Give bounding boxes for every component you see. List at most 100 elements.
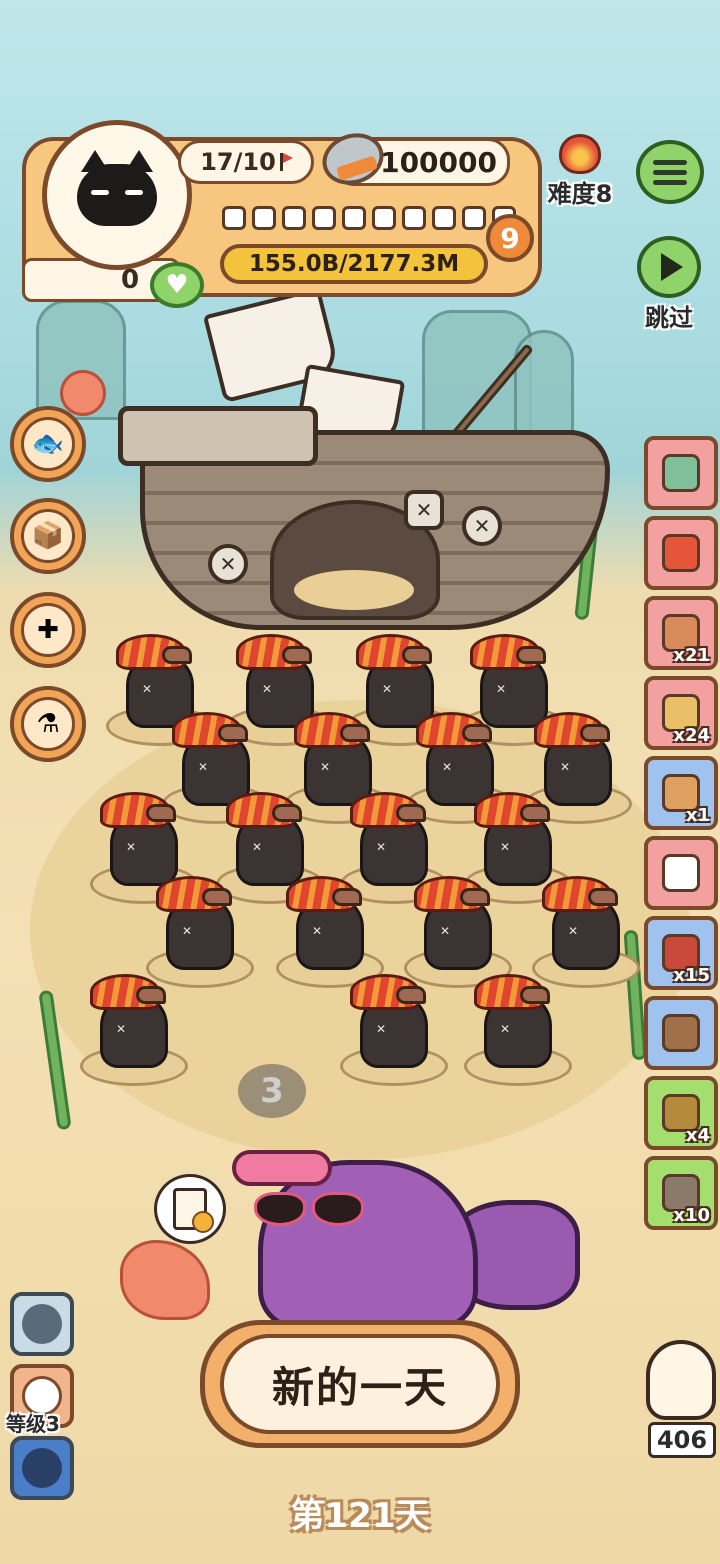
bird-mark: ✕ xyxy=(142,682,153,696)
sunglasses-icon xyxy=(254,1192,364,1226)
bird-mark: ✕ xyxy=(262,682,273,696)
bird-mark: ✕ xyxy=(182,924,193,938)
hornbill-bird[interactable]: ✕ xyxy=(146,870,254,988)
hornbill-bird[interactable]: ✕ xyxy=(404,870,512,988)
feather-icon xyxy=(662,534,700,572)
cat-eye xyxy=(91,190,109,195)
bird-silhouette-button[interactable] xyxy=(10,1436,74,1500)
potion-button[interactable]: ⚗ xyxy=(10,686,86,762)
empty-slot xyxy=(222,206,246,230)
bird-mark: ✕ xyxy=(126,840,137,854)
bird-beak xyxy=(162,646,192,664)
difficulty-label: 难度8 xyxy=(547,180,613,208)
item-count: x21 xyxy=(673,645,710,666)
chick-count-badge[interactable]: 3 xyxy=(238,1064,306,1118)
menu-line xyxy=(653,169,687,175)
bird-mark: ✕ xyxy=(382,682,393,696)
item-count: x1 xyxy=(685,805,710,826)
bird-mark: ✕ xyxy=(440,924,451,938)
item-slot[interactable]: x24 xyxy=(644,676,718,750)
bird-silhouette-icon xyxy=(22,1448,62,1488)
fish-mascot-button[interactable]: 🐟 xyxy=(10,406,86,482)
heart-add-button[interactable]: ♥ xyxy=(150,262,204,308)
empty-slot xyxy=(312,206,336,230)
black-cat-icon xyxy=(77,150,157,226)
hornbill-bird[interactable]: ✕ xyxy=(532,870,640,988)
play-icon xyxy=(637,236,701,298)
bird-mark: ✕ xyxy=(500,840,511,854)
seal-counter[interactable]: 406 xyxy=(644,1340,720,1460)
player-avatar[interactable] xyxy=(42,120,192,270)
bird-mark: ✕ xyxy=(252,840,263,854)
bird-mark: ✕ xyxy=(560,760,571,774)
hornbill-bird[interactable]: ✕ xyxy=(340,968,448,1086)
day-counter: 第121天 xyxy=(290,1496,430,1536)
seal-icon xyxy=(646,1340,716,1420)
cardboard-box-button[interactable]: 📦 xyxy=(10,498,86,574)
fish-mascot-icon: 🐟 xyxy=(21,417,75,471)
bird-beak xyxy=(516,646,546,664)
bird-mark: ✕ xyxy=(376,840,387,854)
bird-beak xyxy=(136,986,166,1004)
slot-row xyxy=(222,206,516,230)
certificate-bubble[interactable] xyxy=(154,1174,226,1244)
silhouette-icon xyxy=(22,1304,62,1344)
empty-slot xyxy=(252,206,276,230)
item-slot[interactable]: x15 xyxy=(644,916,718,990)
bird-mark: ✕ xyxy=(198,760,209,774)
capacity-bar: 155.0B/2177.3M xyxy=(220,244,488,284)
item-slot[interactable] xyxy=(644,436,718,510)
bird-beak xyxy=(202,888,232,906)
bird-beak xyxy=(272,804,302,822)
item-slot[interactable] xyxy=(644,996,718,1070)
bird-mark: ✕ xyxy=(312,924,323,938)
item-slot[interactable]: x10 xyxy=(644,1156,718,1230)
bird-beak xyxy=(332,888,362,906)
item-count: x24 xyxy=(673,725,710,746)
empty-slot xyxy=(342,206,366,230)
new-day-button[interactable]: 新的一天 xyxy=(200,1320,520,1448)
bird-mark: ✕ xyxy=(496,682,507,696)
first-aid-button[interactable]: ✚ xyxy=(10,592,86,668)
level-badge: 9 xyxy=(486,214,534,262)
bird-beak xyxy=(520,986,550,1004)
porthole xyxy=(208,544,248,584)
empty-slot xyxy=(402,206,426,230)
bird-beak xyxy=(462,724,492,742)
hornbill-bird[interactable]: ✕ xyxy=(80,968,188,1086)
progress-count: 17/10 xyxy=(200,148,276,176)
item-slot[interactable] xyxy=(644,836,718,910)
item-slot[interactable] xyxy=(644,516,718,590)
hornbill-bird[interactable]: ✕ xyxy=(276,870,384,988)
empty-slot xyxy=(462,206,486,230)
silhouette-button[interactable] xyxy=(10,1292,74,1356)
skip-label: 跳过 xyxy=(645,304,693,332)
anchor-icon xyxy=(404,490,444,530)
menu-line xyxy=(653,179,687,185)
difficulty-indicator[interactable]: 难度8 xyxy=(540,134,620,209)
new-day-label: 新的一天 xyxy=(220,1334,500,1434)
seal-count: 406 xyxy=(648,1422,716,1458)
bird-beak xyxy=(396,986,426,1004)
progress-count-pill[interactable]: 17/10 xyxy=(178,140,314,184)
bird-mark: ✕ xyxy=(116,1022,127,1036)
player-level-label: 等级3 xyxy=(6,1412,60,1436)
bird-beak xyxy=(396,804,426,822)
bird-beak xyxy=(146,804,176,822)
flag-icon xyxy=(279,153,293,171)
flame-icon xyxy=(559,134,601,174)
pink-bow xyxy=(232,1150,332,1186)
item-slot[interactable]: x4 xyxy=(644,1076,718,1150)
bird-mark: ✕ xyxy=(442,760,453,774)
bird-beak xyxy=(282,646,312,664)
bird-beak xyxy=(402,646,432,664)
empty-slot xyxy=(432,206,456,230)
menu-button[interactable] xyxy=(636,140,704,204)
item-count: x15 xyxy=(673,965,710,986)
item-slot[interactable]: x1 xyxy=(644,756,718,830)
skip-button[interactable]: 跳过 xyxy=(632,236,706,333)
hornbill-bird[interactable]: ✕ xyxy=(464,968,572,1086)
bird-beak xyxy=(340,724,370,742)
item-slot[interactable]: x21 xyxy=(644,596,718,670)
lens xyxy=(312,1192,364,1226)
